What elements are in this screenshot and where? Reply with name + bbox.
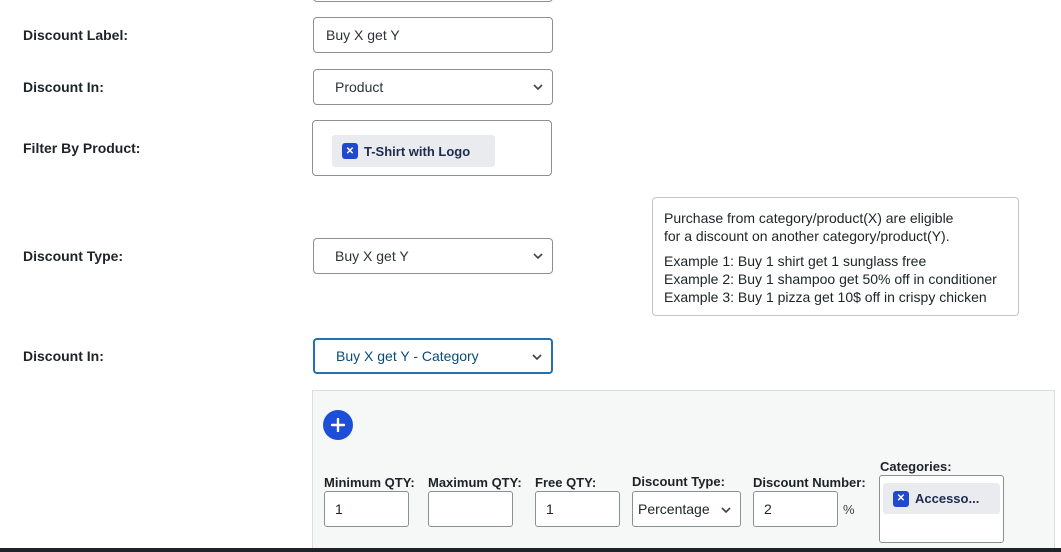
info-example-1: Example 1: Buy 1 shirt get 1 sunglass fr… [664, 253, 927, 269]
discount-label-label: Discount Label: [23, 27, 129, 43]
category-chip-label: Accesso... [915, 491, 980, 506]
info-example-2: Example 2: Buy 1 shampoo get 50% off in … [664, 271, 997, 287]
window-bottom-edge [0, 548, 1061, 552]
remove-chip-icon[interactable]: ✕ [342, 143, 358, 159]
categories-label: Categories: [880, 459, 952, 474]
discount-type-info-box: Purchase from category/product(X) are el… [652, 197, 1019, 316]
info-line-1: Purchase from category/product(X) are el… [664, 210, 954, 226]
min-qty-input[interactable]: 1 [324, 491, 409, 527]
info-example-3: Example 3: Buy 1 pizza get 10$ off in cr… [664, 289, 987, 305]
min-qty-label: Minimum QTY: [324, 475, 415, 490]
product-chip-label: T-Shirt with Logo [364, 143, 471, 159]
rule-discount-type-value: Percentage [638, 501, 710, 517]
previous-field [313, 0, 553, 2]
product-chip: ✕ T-Shirt with Logo [332, 135, 495, 167]
discount-in-select[interactable]: Product [313, 69, 553, 105]
discount-in-2-select[interactable]: Buy X get Y - Category [313, 338, 553, 374]
plus-icon [331, 418, 345, 432]
percent-suffix: % [843, 502, 855, 517]
rule-discount-type-label: Discount Type: [632, 474, 725, 489]
filter-by-product-label: Filter By Product: [23, 140, 141, 156]
discount-in-2-value: Buy X get Y - Category [336, 348, 479, 364]
free-qty-input[interactable]: 1 [535, 491, 620, 527]
discount-in-2-label: Discount In: [23, 348, 104, 364]
discount-number-label: Discount Number: [753, 475, 866, 490]
chevron-down-icon [533, 84, 543, 91]
filter-by-product-multiselect[interactable]: ✕ T-Shirt with Logo [312, 120, 552, 176]
discount-in-label: Discount In: [23, 79, 104, 95]
max-qty-input[interactable] [428, 491, 513, 527]
rule-discount-type-select[interactable]: Percentage [632, 491, 741, 527]
free-qty-label: Free QTY: [535, 475, 597, 490]
discount-type-select[interactable]: Buy X get Y [313, 238, 553, 274]
remove-chip-icon[interactable]: ✕ [893, 490, 909, 507]
discount-type-value: Buy X get Y [335, 248, 409, 264]
discount-number-input[interactable]: 2 [753, 491, 838, 527]
categories-multiselect[interactable]: ✕ Accesso... [879, 475, 1004, 543]
chevron-down-icon [533, 253, 543, 260]
category-chip: ✕ Accesso... [883, 483, 1000, 514]
chevron-down-icon [721, 507, 731, 514]
max-qty-label: Maximum QTY: [428, 475, 522, 490]
discount-type-label: Discount Type: [23, 248, 124, 264]
discount-label-input[interactable]: Buy X get Y [313, 17, 553, 53]
chevron-down-icon [532, 354, 542, 361]
add-rule-button[interactable] [323, 410, 353, 440]
info-line-2: for a discount on another category/produ… [664, 228, 950, 244]
discount-in-value: Product [335, 79, 384, 95]
